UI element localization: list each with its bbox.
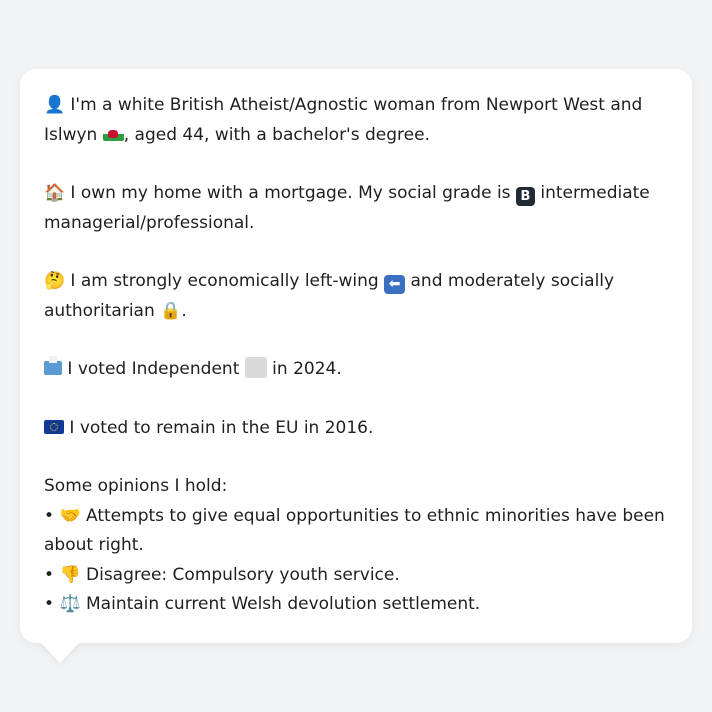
bullet: • xyxy=(44,505,55,526)
message-bubble: 👤 I'm a white British Atheist/Agnostic w… xyxy=(20,69,692,643)
bullet: • xyxy=(44,564,55,585)
vote-text: I voted Independent xyxy=(67,359,240,379)
opinions-section: Some opinions I hold: • 🤝 Attempts to gi… xyxy=(44,472,668,620)
list-item: • 🤝 Attempts to give equal opportunities… xyxy=(44,502,668,561)
left-arrow-icon: ⬅ xyxy=(384,275,406,294)
opinions-heading: Some opinions I hold: xyxy=(44,476,228,496)
lock-icon: 🔒 xyxy=(160,300,182,321)
identity-text-2: , aged 44, with a bachelor's degree. xyxy=(123,124,430,145)
list-item: • ⚖️ Maintain current Welsh devolution s… xyxy=(44,590,668,620)
politics-text: I am strongly economically left-wing xyxy=(70,271,379,291)
opinion-text: Maintain current Welsh devolution settle… xyxy=(86,594,481,614)
opinion-text: Disagree: Compulsory youth service. xyxy=(86,564,400,585)
party-color-swatch xyxy=(244,357,267,378)
wales-flag-icon xyxy=(102,126,124,141)
list-item: • 👎 Disagree: Compulsory youth service. xyxy=(44,561,668,591)
eu-flag-icon xyxy=(44,419,64,434)
person-silhouette-icon: 👤 xyxy=(44,95,66,115)
home-text: I own my home with a mortgage. My social… xyxy=(70,183,511,203)
ballot-box-icon xyxy=(44,356,62,375)
handshake-icon: 🤝 xyxy=(59,505,81,526)
opinion-text: Attempts to give equal opportunities to … xyxy=(44,505,665,556)
bio-identity: 👤 I'm a white British Atheist/Agnostic w… xyxy=(44,91,668,150)
social-grade-badge: B xyxy=(515,187,535,206)
balance-scale-icon: ⚖️ xyxy=(59,594,81,614)
bio-home: 🏠 I own my home with a mortgage. My soci… xyxy=(44,179,668,238)
bio-vote-2024: I voted Independent in 2024. xyxy=(44,355,668,385)
vote-text-2: in 2024. xyxy=(272,359,342,379)
politics-period: . xyxy=(181,300,187,321)
eu-text: I voted to remain in the EU in 2016. xyxy=(69,417,374,438)
house-icon: 🏠 xyxy=(44,183,66,203)
bio-eu-vote: I voted to remain in the EU in 2016. xyxy=(44,414,668,444)
bubble-tail xyxy=(40,642,80,663)
thinking-face-icon: 🤔 xyxy=(44,271,66,291)
bullet: • xyxy=(44,594,55,614)
bio-politics: 🤔 I am strongly economically left-wing ⬅… xyxy=(44,267,668,326)
thumbs-down-icon: 👎 xyxy=(59,564,81,585)
